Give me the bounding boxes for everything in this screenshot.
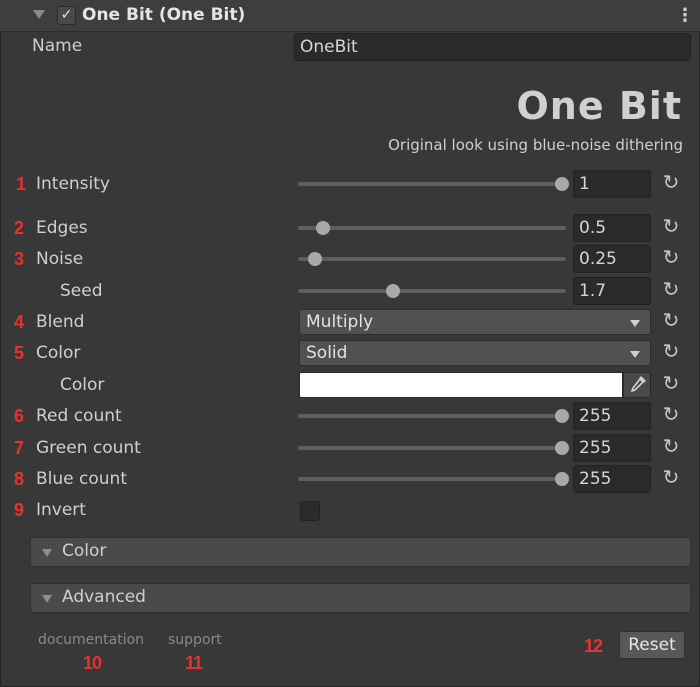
- red-count-slider[interactable]: [298, 409, 569, 423]
- edges-input[interactable]: 0.5: [573, 214, 651, 242]
- noise-slider-thumb[interactable]: [308, 252, 322, 266]
- color-mode-dropdown[interactable]: Solid: [299, 340, 651, 366]
- reset-button[interactable]: Reset: [619, 631, 685, 659]
- advanced-section-foldout[interactable]: Advanced: [30, 583, 691, 613]
- red-count-slider-thumb[interactable]: [555, 409, 569, 423]
- reset-icon[interactable]: ↻: [661, 467, 681, 487]
- noise-input[interactable]: 0.25: [573, 245, 651, 273]
- intensity-input[interactable]: 1: [573, 170, 651, 198]
- reset-icon[interactable]: ↻: [661, 404, 681, 424]
- foldout-triangle-icon: [42, 549, 52, 557]
- blend-dropdown-value: Multiply: [306, 312, 374, 332]
- red-count-label: Red count: [36, 406, 122, 426]
- kebab-menu-icon[interactable]: ⋮: [676, 7, 694, 25]
- color-mode-label: Color: [36, 343, 81, 363]
- seed-input[interactable]: 1.7: [573, 277, 651, 305]
- marker-2: 2: [14, 218, 24, 238]
- support-link[interactable]: support: [168, 632, 222, 648]
- green-count-slider-thumb[interactable]: [555, 441, 569, 455]
- marker-3: 3: [14, 249, 24, 269]
- color-swatch[interactable]: [299, 372, 623, 398]
- reset-icon[interactable]: ↻: [661, 247, 681, 267]
- noise-slider[interactable]: [298, 252, 566, 266]
- marker-1: 1: [16, 174, 26, 194]
- marker-4: 4: [14, 312, 24, 332]
- advanced-section-label: Advanced: [62, 587, 146, 607]
- color-section-label: Color: [62, 541, 107, 561]
- reset-icon[interactable]: ↻: [661, 341, 681, 361]
- reset-icon[interactable]: ↻: [661, 310, 681, 330]
- reset-icon[interactable]: ↻: [661, 373, 681, 393]
- edges-slider[interactable]: [298, 221, 566, 235]
- reset-icon[interactable]: ↻: [661, 436, 681, 456]
- blend-label: Blend: [36, 312, 85, 332]
- reset-icon[interactable]: ↻: [661, 172, 681, 192]
- green-count-slider[interactable]: [298, 441, 569, 455]
- logo-title: One Bit: [516, 84, 682, 128]
- chevron-down-icon: [630, 351, 640, 358]
- color-section-foldout[interactable]: Color: [30, 537, 691, 567]
- component-header[interactable]: ✓ One Bit (One Bit) ⋮: [0, 0, 700, 32]
- blue-count-slider[interactable]: [298, 472, 569, 486]
- marker-11: 11: [185, 653, 203, 673]
- logo-subtitle: Original look using blue-noise dithering: [388, 136, 683, 154]
- seed-slider[interactable]: [298, 284, 566, 298]
- component-title: One Bit (One Bit): [82, 5, 246, 25]
- foldout-triangle-icon: [42, 595, 52, 603]
- invert-checkbox[interactable]: [300, 501, 320, 521]
- marker-8: 8: [14, 469, 24, 489]
- name-input[interactable]: OneBit: [294, 33, 691, 61]
- green-count-input[interactable]: 255: [573, 434, 651, 462]
- eyedropper-icon[interactable]: [623, 372, 651, 398]
- foldout-triangle-icon[interactable]: [33, 10, 45, 19]
- seed-label: Seed: [60, 281, 103, 301]
- edges-slider-thumb[interactable]: [315, 221, 330, 235]
- enable-checkbox[interactable]: ✓: [57, 6, 76, 25]
- blend-dropdown[interactable]: Multiply: [299, 309, 651, 335]
- green-count-label: Green count: [36, 438, 141, 458]
- color-mode-dropdown-value: Solid: [306, 343, 348, 363]
- intensity-slider-thumb[interactable]: [555, 177, 569, 191]
- edges-label: Edges: [36, 218, 88, 238]
- invert-label: Invert: [36, 500, 86, 520]
- marker-5: 5: [14, 343, 24, 363]
- name-label: Name: [32, 36, 83, 56]
- blue-count-label: Blue count: [36, 469, 127, 489]
- marker-7: 7: [14, 438, 24, 458]
- intensity-label: Intensity: [36, 174, 110, 194]
- color-label: Color: [60, 375, 105, 395]
- blue-count-slider-thumb[interactable]: [555, 472, 569, 486]
- marker-10: 10: [83, 653, 102, 673]
- chevron-down-icon: [630, 320, 640, 327]
- marker-6: 6: [14, 406, 24, 426]
- blue-count-input[interactable]: 255: [573, 465, 651, 493]
- documentation-link[interactable]: documentation: [38, 632, 144, 648]
- red-count-input[interactable]: 255: [573, 402, 651, 430]
- marker-9: 9: [14, 500, 24, 520]
- marker-12: 12: [584, 636, 603, 656]
- reset-icon[interactable]: ↻: [661, 216, 681, 236]
- reset-icon[interactable]: ↻: [661, 279, 681, 299]
- intensity-slider[interactable]: [298, 177, 569, 191]
- noise-label: Noise: [36, 249, 84, 269]
- seed-slider-thumb[interactable]: [386, 284, 400, 298]
